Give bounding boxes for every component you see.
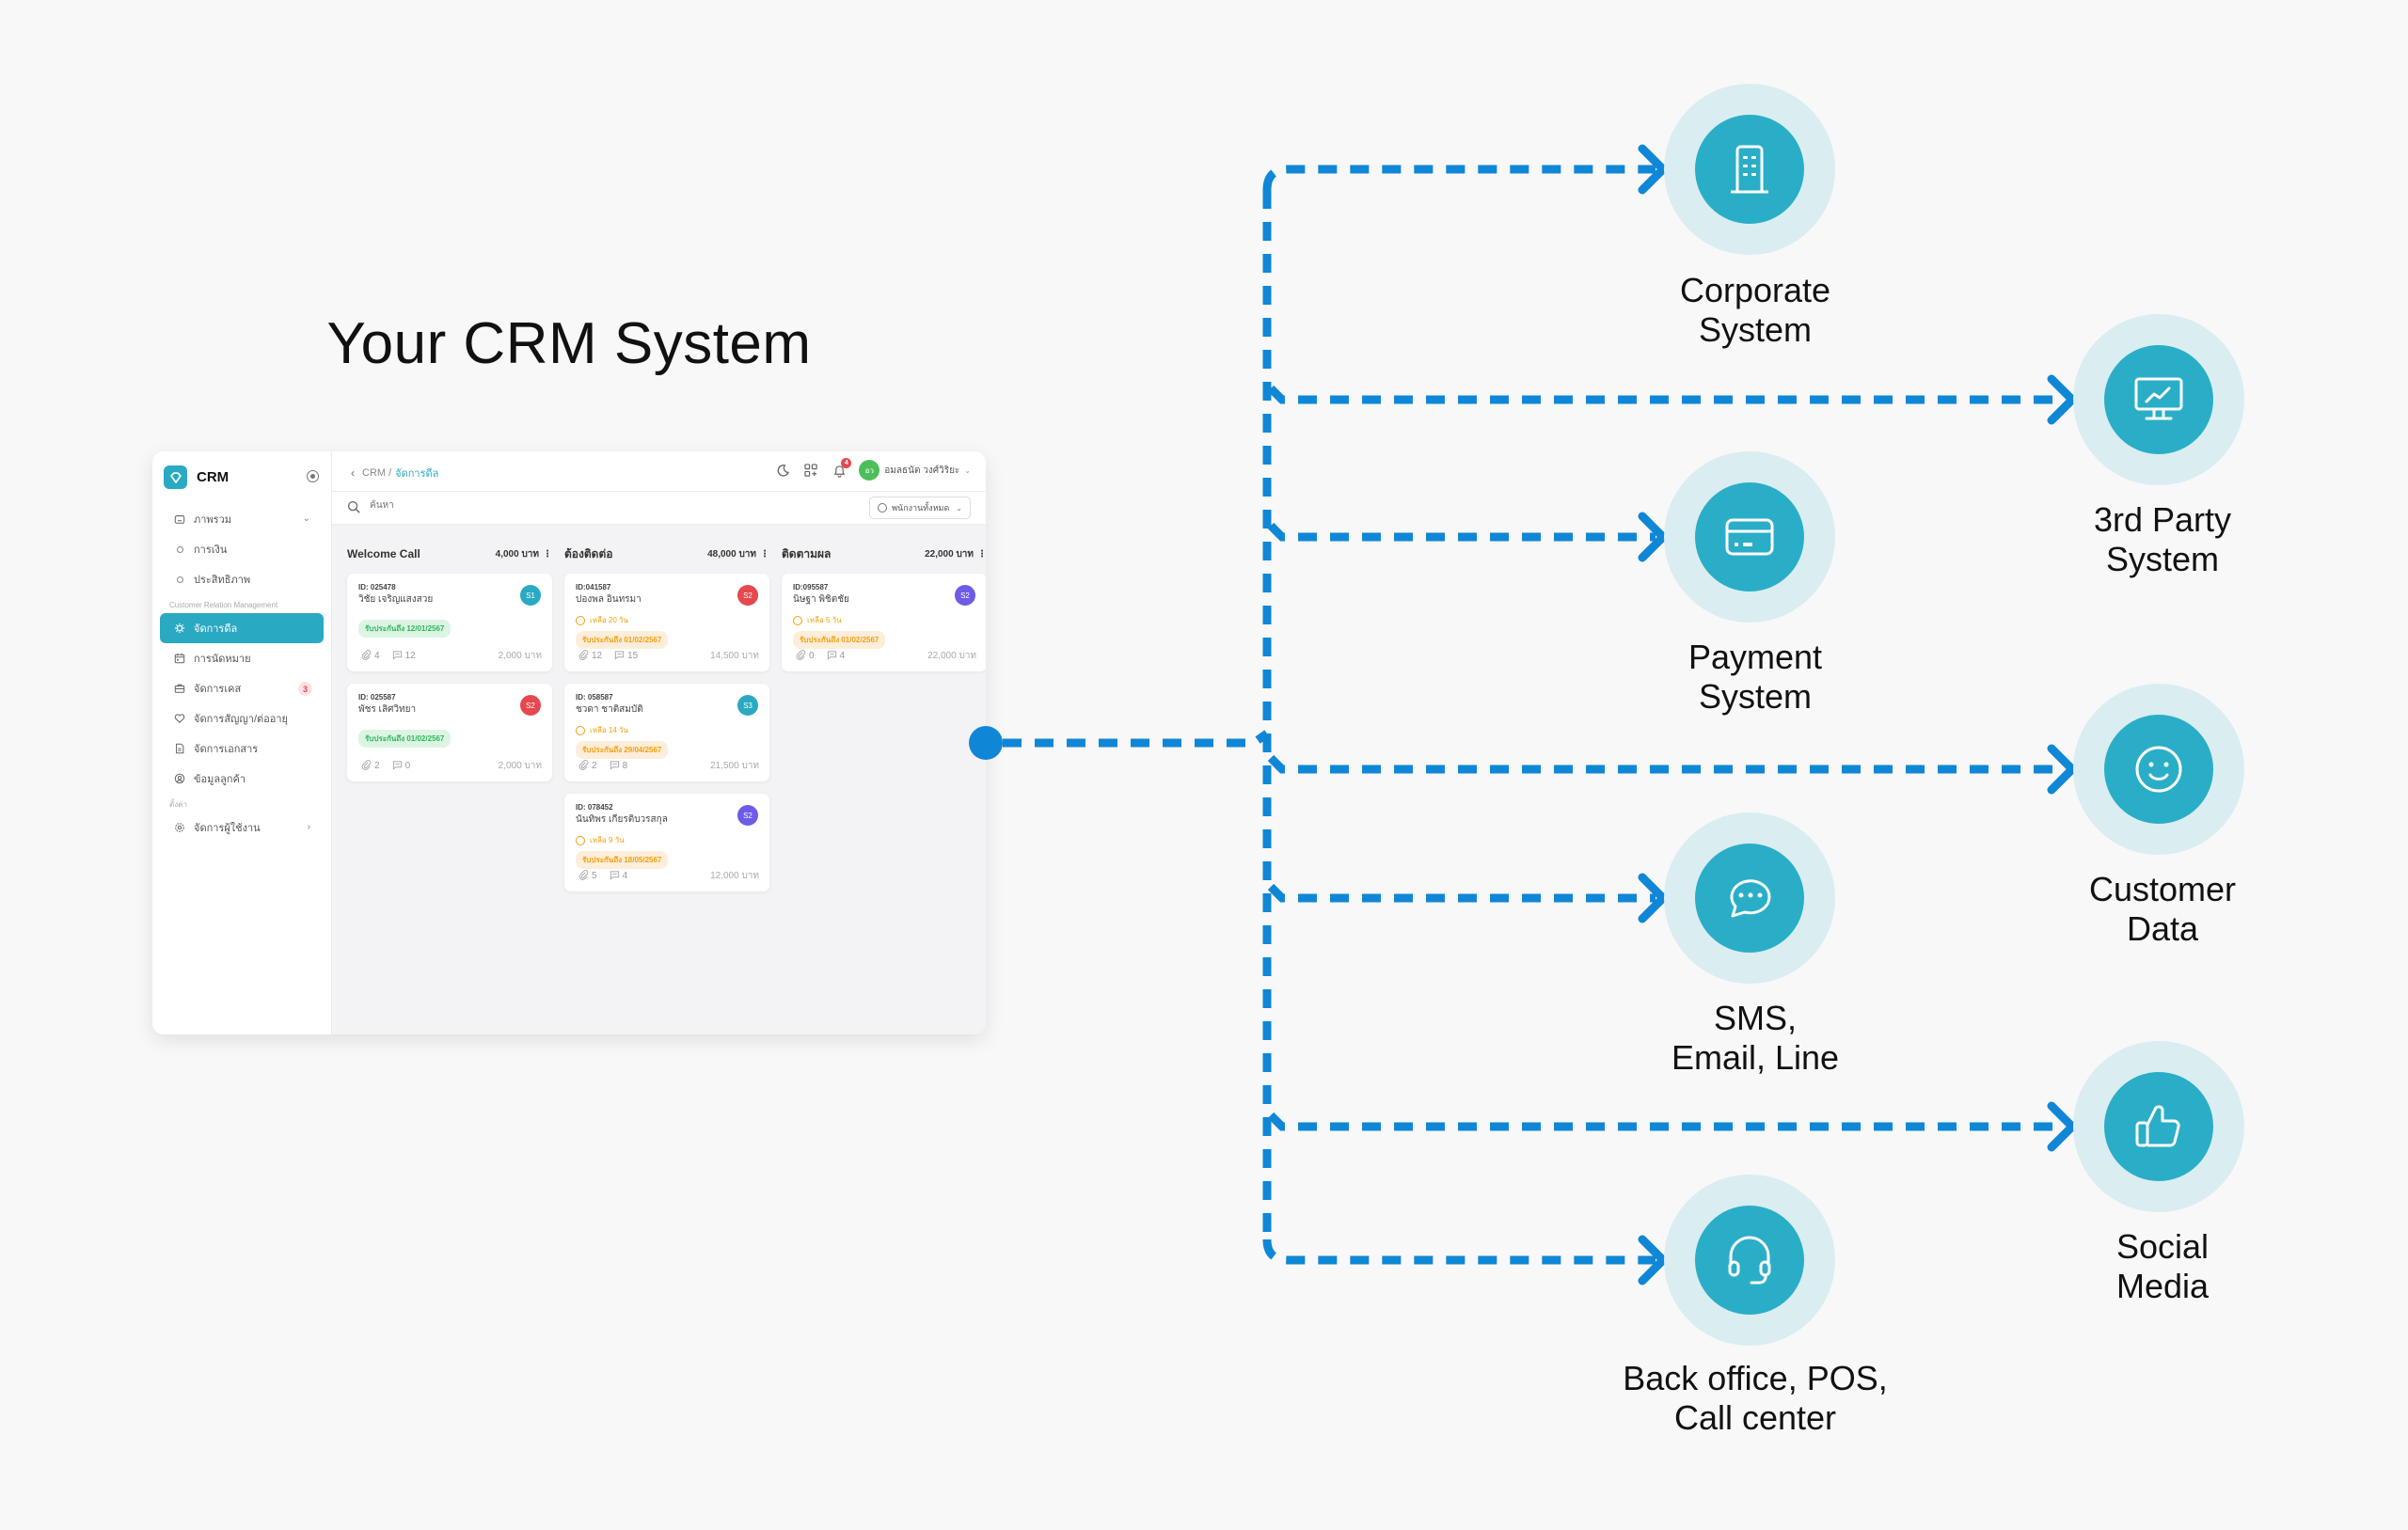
integration-label: Customer Data [2088, 870, 2237, 948]
integration-label: SMS, Email, Line [1671, 999, 1840, 1077]
arrowhead-icon [2047, 374, 2077, 425]
monitor-chart-icon [2104, 345, 2213, 454]
smiley-icon [2104, 715, 2213, 824]
integration-node [2073, 684, 2244, 855]
chat-bubble-icon [1695, 844, 1804, 953]
source-dot [969, 726, 1003, 760]
branch-connector [1267, 1112, 2065, 1131]
integration-label: Payment System [1687, 638, 1823, 716]
credit-card-icon [1695, 482, 1804, 591]
headset-icon [1695, 1206, 1804, 1315]
integration-node [1664, 812, 1835, 984]
branch-connector [1267, 385, 2065, 404]
integration-label: Social Media [2115, 1227, 2210, 1305]
integration-node [2073, 314, 2244, 485]
building-icon [1695, 115, 1804, 224]
thumbs-up-icon [2104, 1072, 2213, 1181]
arrowhead-icon [2047, 1101, 2077, 1152]
branch-connector [1267, 883, 1656, 903]
source-connector [1003, 730, 1270, 748]
branch-connector [1267, 522, 1656, 542]
integration-node [2073, 1041, 2244, 1212]
integration-node [1664, 1175, 1835, 1346]
branch-connector [1262, 165, 1656, 191]
integration-label: 3rd Party System [2093, 500, 2232, 578]
branch-connector [1262, 1238, 1656, 1265]
branch-connector [1267, 754, 2065, 774]
integration-label: Corporate System [1679, 271, 1831, 349]
arrowhead-icon [2047, 744, 2077, 795]
integration-node [1664, 84, 1835, 255]
integration-node [1664, 451, 1835, 623]
integration-label: Back office, POS, Call center [1623, 1359, 1888, 1437]
